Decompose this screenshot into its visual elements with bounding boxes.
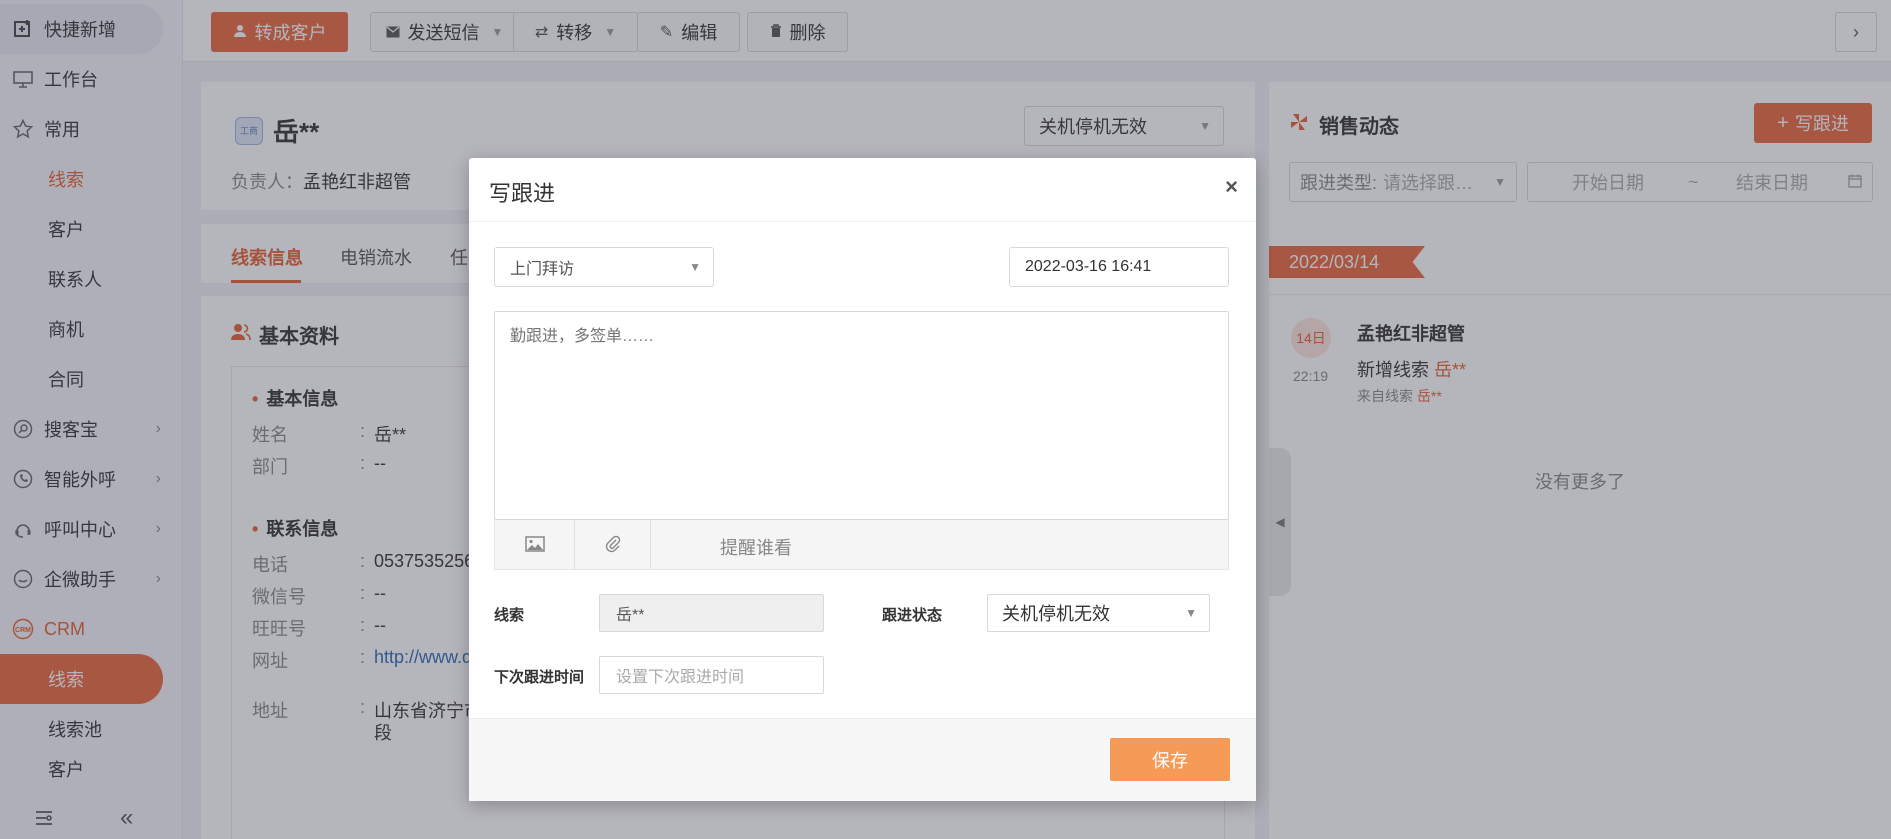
caret-down-icon: ▼ (1185, 606, 1197, 620)
next-followup-time-field[interactable]: 设置下次跟进时间 (599, 656, 824, 694)
modal-header: 写跟进 × (469, 158, 1256, 222)
insert-image-button[interactable] (495, 520, 575, 570)
close-icon[interactable]: × (1225, 174, 1238, 200)
write-followup-modal: 写跟进 × 上门拜访 ▼ 2022-03-16 16:41 提醒谁看 线索 岳*… (469, 158, 1256, 801)
image-icon (524, 535, 545, 555)
followup-status-value: 关机停机无效 (1002, 604, 1110, 624)
save-button[interactable]: 保存 (1110, 738, 1230, 781)
caret-down-icon: ▼ (689, 260, 701, 274)
followup-status-select[interactable]: 关机停机无效 ▼ (987, 594, 1210, 632)
followup-type-value: 上门拜访 (510, 261, 575, 278)
lead-readonly-field: 岳** (599, 594, 824, 632)
modal-title: 写跟进 (489, 181, 556, 206)
next-followup-label: 下次跟进时间 (494, 669, 585, 686)
lead-label: 线索 (494, 607, 525, 624)
lead-readonly-value: 岳** (616, 607, 645, 624)
datetime-value: 2022-03-16 16:41 (1025, 258, 1152, 275)
remind-who-button[interactable]: 提醒谁看 (720, 534, 792, 560)
followup-type-select[interactable]: 上门拜访 ▼ (494, 247, 714, 287)
paperclip-icon (605, 535, 621, 556)
next-followup-placeholder: 设置下次跟进时间 (616, 669, 745, 686)
attach-file-button[interactable] (575, 520, 651, 570)
followup-status-label: 跟进状态 (882, 607, 943, 624)
followup-content-textarea[interactable] (494, 311, 1229, 520)
editor-toolbar: 提醒谁看 (494, 520, 1229, 570)
followup-datetime-field[interactable]: 2022-03-16 16:41 (1009, 247, 1229, 287)
